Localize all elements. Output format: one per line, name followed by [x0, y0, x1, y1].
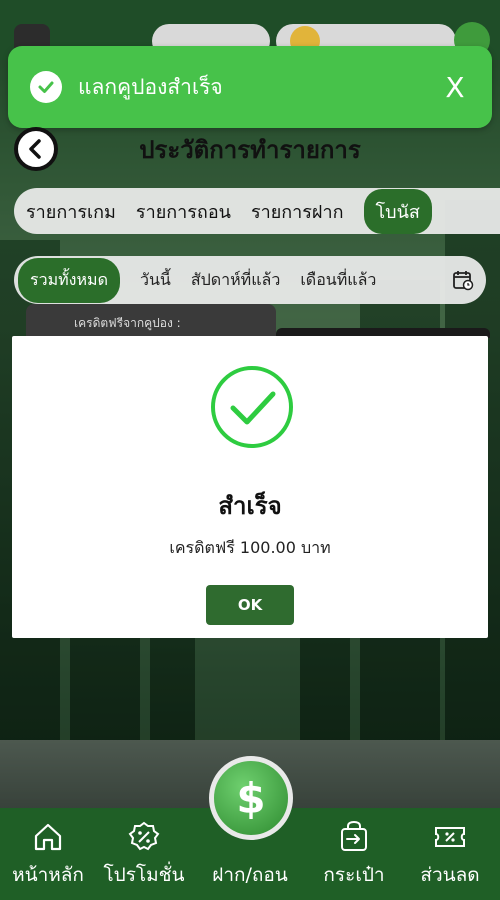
nav-home[interactable]: หน้าหลัก: [0, 820, 96, 890]
nav-wallet-label: กระเป๋า: [323, 864, 385, 886]
tab-withdraw[interactable]: รายการถอน: [136, 197, 231, 226]
coupon-credit-card: เครดิตฟรีจากคูปอง :: [26, 304, 276, 338]
tab-bonus[interactable]: โบนัส: [363, 188, 432, 234]
success-modal: สำเร็จ เครดิตฟรี 100.00 บาท OK: [12, 336, 488, 638]
modal-message: เครดิตฟรี 100.00 บาท: [169, 538, 331, 557]
ok-button[interactable]: OK: [206, 585, 294, 625]
page-title: ประวัติการทำรายการ: [139, 136, 361, 164]
check-circle-icon: [30, 71, 62, 103]
nav-discount[interactable]: ส่วนลด: [402, 820, 498, 890]
tab-game[interactable]: รายการเกม: [26, 197, 116, 226]
nav-home-label: หน้าหลัก: [12, 864, 84, 886]
filter-today[interactable]: วันนี้: [140, 268, 171, 293]
dollar-coin-icon: $: [236, 773, 266, 823]
filter-all[interactable]: รวมทั้งหมด: [18, 257, 120, 303]
filter-last-month[interactable]: เดือนที่แล้ว: [300, 268, 376, 293]
date-filters: รวมทั้งหมด วันนี้ สัปดาห์ที่แล้ว เดือนที…: [14, 256, 486, 304]
home-icon: [34, 823, 62, 851]
close-icon[interactable]: X: [440, 71, 470, 104]
tab-deposit[interactable]: รายการฝาก: [251, 197, 344, 226]
nav-discount-label: ส่วนลด: [420, 864, 480, 886]
discount-ticket-icon: [435, 827, 465, 847]
modal-title: สำเร็จ: [218, 492, 282, 520]
promotion-icon: [128, 821, 160, 851]
nav-promotion[interactable]: โปรโมชั่น: [96, 820, 192, 890]
toast-message: แลกคูปองสำเร็จ: [78, 74, 223, 99]
deposit-withdraw-button[interactable]: $: [209, 756, 293, 840]
calendar-icon[interactable]: [452, 269, 474, 291]
success-toast: แลกคูปองสำเร็จ X: [8, 46, 492, 128]
nav-deposit-withdraw-label[interactable]: ฝาก/ถอน: [190, 860, 310, 890]
filter-last-week[interactable]: สัปดาห์ที่แล้ว: [191, 268, 281, 293]
nav-promotion-label: โปรโมชั่น: [103, 864, 185, 886]
history-tabs: รายการเกม รายการถอน รายการฝาก โบนัส: [14, 188, 500, 234]
success-check-icon: [211, 366, 293, 448]
wallet-icon: [341, 820, 367, 851]
nav-wallet[interactable]: กระเป๋า: [306, 820, 402, 890]
